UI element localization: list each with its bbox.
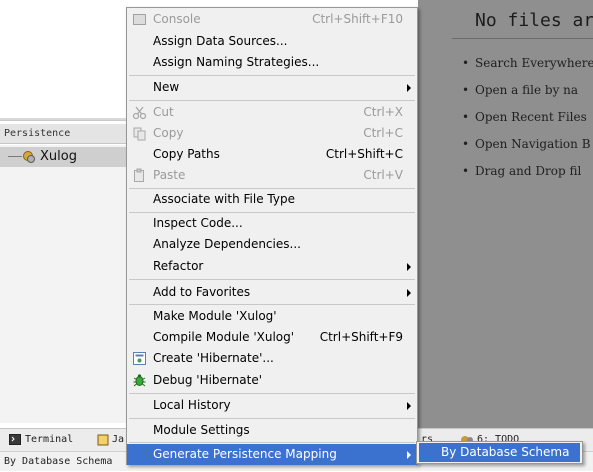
- tree-item-label: Xulog: [40, 149, 77, 164]
- console-icon: [133, 14, 146, 25]
- menu-item-add-to-favorites[interactable]: Add to Favorites: [127, 282, 417, 303]
- submenu-arrow-icon: [407, 402, 411, 410]
- hint-open-navigation: • Open Navigation B: [462, 137, 591, 151]
- menu-item-module-settings[interactable]: Module Settings: [127, 420, 417, 441]
- tree-connector: [8, 156, 22, 157]
- context-menu: Console Ctrl+Shift+F10 Assign Data Sourc…: [126, 7, 418, 465]
- menu-separator: [129, 418, 415, 419]
- menu-item-cut[interactable]: Cut Ctrl+X: [127, 102, 417, 123]
- menu-separator: [129, 279, 415, 280]
- hint-drag-drop: • Drag and Drop fil: [462, 164, 582, 178]
- terminal-icon: [9, 434, 21, 445]
- menu-item-paste[interactable]: Paste Ctrl+V: [127, 165, 417, 186]
- menu-separator: [129, 100, 415, 101]
- generate-mapping-submenu: By Database Schema: [416, 441, 583, 464]
- menu-item-copy-paths[interactable]: Copy Paths Ctrl+Shift+C: [127, 144, 417, 165]
- menu-separator: [129, 304, 415, 305]
- submenu-arrow-icon: [407, 263, 411, 271]
- submenu-arrow-icon: [407, 84, 411, 92]
- hint-open-file: • Open a file by na: [462, 83, 579, 97]
- submenu-item-by-database-schema[interactable]: By Database Schema: [419, 443, 580, 462]
- tab-java-enterprise[interactable]: Ja: [112, 429, 124, 451]
- menu-separator: [129, 442, 415, 443]
- menu-item-debug-hibernate[interactable]: Debug 'Hibernate': [127, 370, 417, 391]
- tab-terminal[interactable]: Terminal: [25, 429, 73, 451]
- editor-empty-title: No files are: [475, 10, 593, 31]
- persistence-panel-header: Persistence: [0, 124, 127, 144]
- menu-item-associate-file-type[interactable]: Associate with File Type: [127, 189, 417, 210]
- menu-item-assign-data-sources[interactable]: Assign Data Sources...: [127, 31, 417, 52]
- menu-item-create-hibernate[interactable]: Create 'Hibernate'...: [127, 348, 417, 369]
- menu-item-assign-naming-strategies[interactable]: Assign Naming Strategies...: [127, 52, 417, 73]
- run-config-icon: [133, 352, 146, 365]
- menu-item-console[interactable]: Console Ctrl+Shift+F10: [127, 9, 417, 30]
- java-enterprise-icon: [97, 434, 109, 446]
- hint-open-recent: • Open Recent Files: [462, 110, 587, 124]
- hibernate-module-icon: [23, 151, 35, 163]
- menu-item-generate-persistence-mapping[interactable]: Generate Persistence Mapping: [127, 444, 417, 465]
- submenu-arrow-icon: [407, 451, 411, 459]
- menu-item-new[interactable]: New: [127, 77, 417, 98]
- persistence-tree: Xulog: [0, 145, 127, 423]
- menu-item-analyze-dependencies[interactable]: Analyze Dependencies...: [127, 234, 417, 255]
- menu-item-compile-module[interactable]: Compile Module 'Xulog' Ctrl+Shift+F9: [127, 327, 417, 348]
- project-area: [0, 0, 127, 118]
- menu-item-inspect-code[interactable]: Inspect Code...: [127, 213, 417, 234]
- paste-icon: [134, 168, 144, 182]
- menu-separator: [129, 75, 415, 76]
- scissors-icon: [132, 106, 147, 120]
- tree-item-xulog[interactable]: Xulog: [0, 147, 127, 167]
- title-underline: [452, 38, 593, 39]
- menu-separator: [129, 393, 415, 394]
- menu-item-copy[interactable]: Copy Ctrl+C: [127, 123, 417, 144]
- menu-item-make-module[interactable]: Make Module 'Xulog': [127, 306, 417, 327]
- submenu-arrow-icon: [407, 289, 411, 297]
- copy-icon: [133, 127, 146, 141]
- debug-bug-icon: [133, 374, 146, 387]
- menu-item-local-history[interactable]: Local History: [127, 395, 417, 416]
- menu-item-refactor[interactable]: Refactor: [127, 256, 417, 277]
- hint-search-everywhere: • Search Everywhere: [462, 56, 593, 70]
- panel-divider[interactable]: [0, 118, 127, 121]
